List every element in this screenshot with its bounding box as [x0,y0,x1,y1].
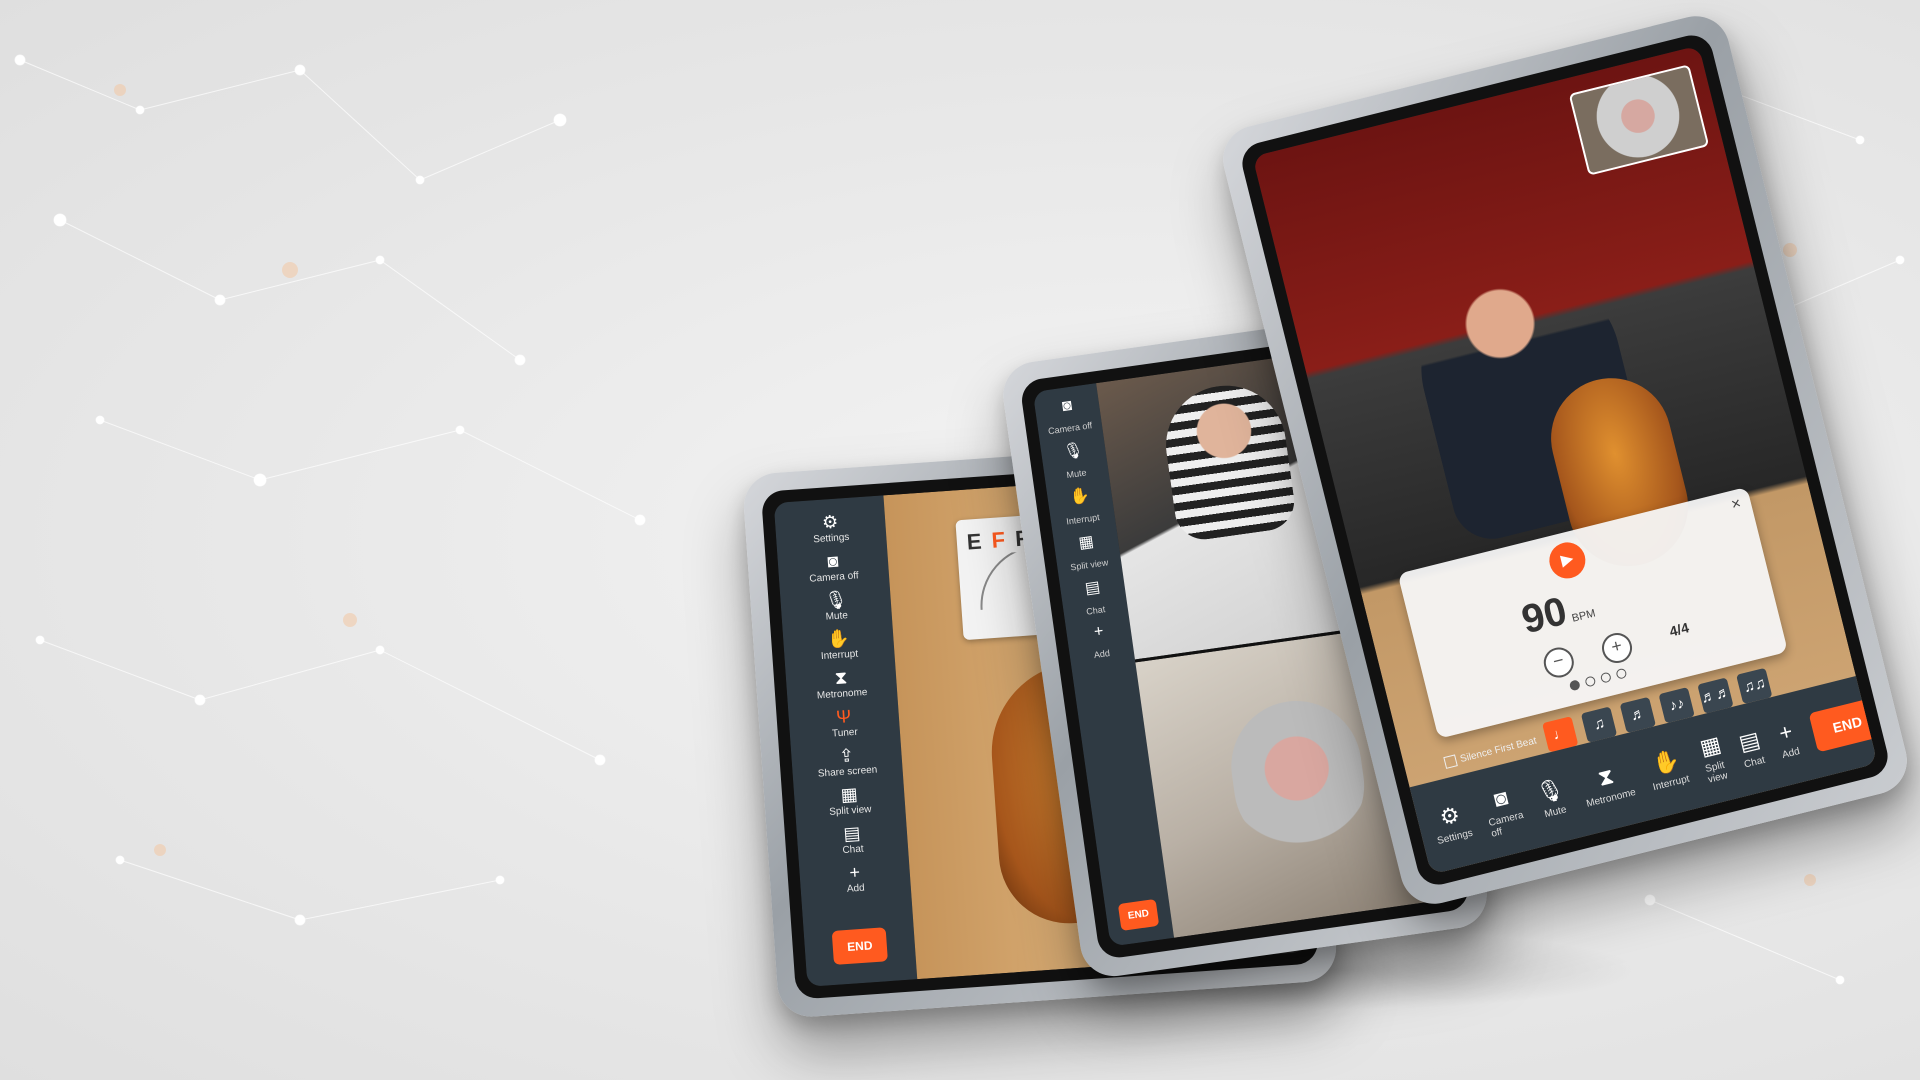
camera-icon[interactable]: ◙ [1061,397,1073,416]
sidebar-item-chat[interactable]: ▤ Chat [840,822,864,856]
sidebar-item-settings[interactable]: ⚙ Settings [811,510,850,546]
chat-icon: ▤ [1736,726,1763,756]
share-screen-icon: ⇪ [838,745,855,767]
hand-icon: ✋ [826,628,851,650]
toolbar-item-label: Add [1781,746,1801,762]
hand-icon[interactable]: ✋ [1068,485,1091,508]
beat-dot [1599,671,1612,684]
sidebar-item-split-view[interactable]: ▦ Split view [827,782,872,818]
time-signature[interactable]: 4/4 [1668,619,1691,639]
play-button[interactable]: ▶ [1545,538,1590,583]
sidebar-item-label: Tuner [831,726,859,740]
toolbar-item-label: Camera off [1487,809,1525,840]
beat-dot [1615,667,1628,680]
toolbar-item-camera-off[interactable]: ◙ Camera off [1480,781,1527,839]
bpm-unit: BPM [1570,607,1597,625]
toolbar-item-settings[interactable]: ⚙ Settings [1429,799,1474,847]
sidebar-item-label: Metronome [816,686,868,702]
sidebar-item-label: Mute [825,610,849,623]
microphone-icon[interactable]: 🎙 [1062,440,1085,463]
toolbar-item-label: Settings [1436,827,1474,848]
split-view-icon: ▦ [840,783,859,806]
sidebar-item-label: Split view [1069,557,1109,573]
checkbox-box [1443,754,1458,769]
toolbar-item-add[interactable]: + Add [1774,718,1801,762]
participant-image [1222,692,1373,859]
participant-image [1158,377,1299,544]
picture-in-picture-video[interactable] [1568,64,1710,176]
toolbar-item-chat[interactable]: ▤ Chat [1736,727,1766,771]
sidebar-item-label: Mute [1065,467,1088,481]
tuner-note-detected: F [990,526,1008,553]
tuning-fork-icon: Ψ [835,706,852,728]
split-view-icon[interactable]: ▦ [1077,531,1095,553]
camera-icon: ◙ [1491,783,1511,812]
sidebar-item-camera-off[interactable]: ◙ Camera off [808,548,859,585]
decrease-bpm-button[interactable]: − [1540,644,1577,681]
close-icon[interactable]: × [1730,495,1743,515]
toolbar-item-split-view[interactable]: ▦ Split view [1697,731,1730,786]
sidebar-item-label: Camera off [809,570,859,585]
sidebar-item-label: Split view [828,803,872,818]
end-call-button[interactable]: END [1118,898,1159,931]
toolbar-item-label: Mute [1543,804,1568,821]
sidebar-item-tuner[interactable]: Ψ Tuner [830,705,859,740]
toolbar-item-label: Metronome [1585,786,1638,810]
beat-dot [1568,679,1581,692]
end-call-button[interactable]: END [1808,696,1878,753]
sidebar-item-label: Interrupt [1065,512,1101,527]
sidebar-item-label: Add [1093,647,1111,661]
sidebar-item-mute[interactable]: 🎙 Mute [823,588,849,623]
sidebar-item-metronome[interactable]: ⧗ Metronome [815,665,868,701]
sidebar-item-label: Chat [1085,604,1106,617]
beat-dot [1584,675,1597,688]
sidebar-item-label: Chat [842,843,864,857]
add-person-icon[interactable]: + [1093,623,1105,642]
gear-icon: ⚙ [1437,801,1463,831]
add-person-icon: + [1776,718,1795,746]
sidebar-item-label: Camera off [1047,420,1093,437]
toolbar-item-mute[interactable]: 🎙 Mute [1534,775,1571,821]
chat-icon[interactable]: ▤ [1084,577,1102,599]
microphone-icon: 🎙 [1533,775,1567,807]
bpm-value: 90 [1517,588,1572,643]
tuner-note: E [966,528,985,555]
sidebar-item-interrupt[interactable]: ✋ Interrupt [819,627,859,663]
sidebar-item-label: Settings [812,531,850,546]
end-call-button[interactable]: END [832,927,888,965]
toolbar-item-interrupt[interactable]: ✋ Interrupt [1645,745,1691,794]
sidebar-item-share-screen[interactable]: ⇪ Share screen [816,743,878,780]
sidebar-item-label: Add [846,882,866,895]
microphone-icon: 🎙 [823,589,849,611]
hand-icon: ✋ [1649,746,1683,778]
camera-icon: ◙ [826,550,839,572]
sidebar-item-label: Share screen [817,764,878,780]
split-view-icon: ▦ [1697,730,1724,760]
sidebar-item-add[interactable]: + Add [843,861,867,895]
toolbar-item-label: Split view [1704,759,1729,786]
bpm-display: 90 BPM [1517,582,1598,643]
metronome-icon: ⧗ [1595,763,1617,792]
toolbar-item-metronome[interactable]: ⧗ Metronome [1578,759,1637,810]
increase-bpm-button[interactable]: + [1598,629,1636,667]
sidebar-item-label: Interrupt [820,648,859,663]
metronome-icon: ⧗ [834,667,849,689]
chat-icon: ▤ [842,822,862,844]
gear-icon: ⚙ [821,511,839,533]
add-person-icon: + [848,861,861,883]
toolbar-item-label: Chat [1743,754,1767,771]
